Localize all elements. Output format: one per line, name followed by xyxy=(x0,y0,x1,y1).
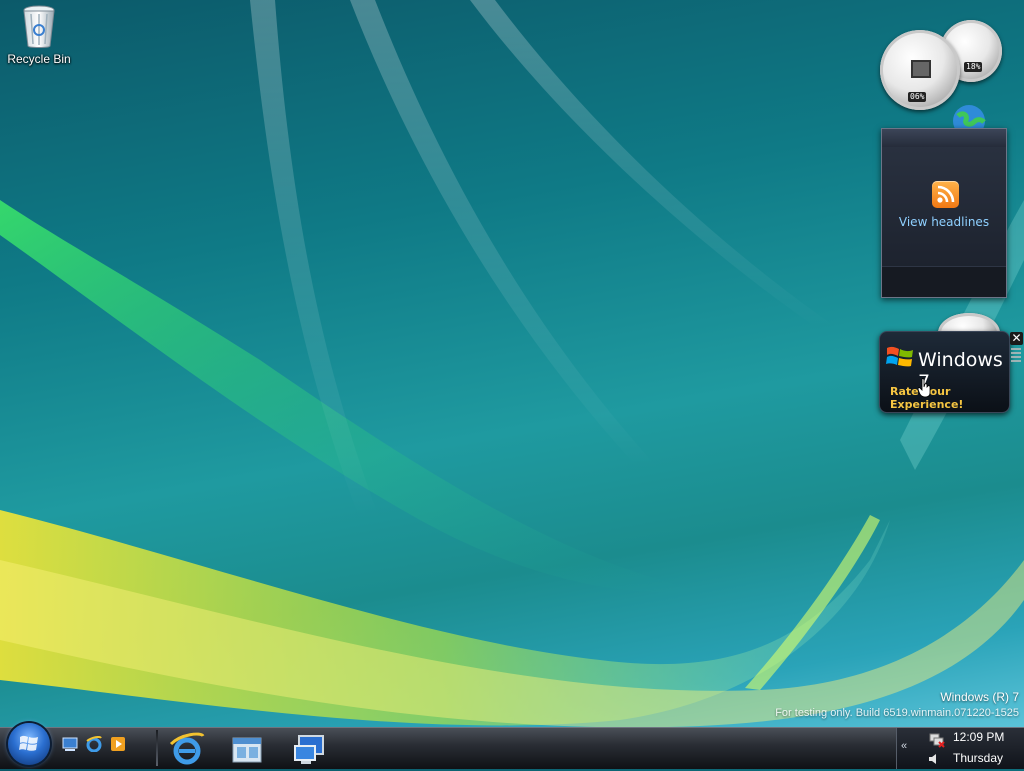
hand-cursor-icon xyxy=(918,378,931,398)
rss-icon xyxy=(932,181,959,208)
show-desktop-icon[interactable] xyxy=(62,736,78,752)
windows-explorer-icon xyxy=(232,737,262,763)
start-button[interactable] xyxy=(8,723,50,765)
remote-desktop-icon xyxy=(294,735,324,764)
watermark-line1: Windows (R) 7 xyxy=(940,690,1019,704)
system-tray: « 12:09 PM Thursday xyxy=(896,728,1024,769)
gadget-close-button[interactable]: ✕ xyxy=(1010,332,1023,345)
taskbar-internet-explorer[interactable] xyxy=(165,732,209,766)
taskbar: « 12:09 PM Thursday xyxy=(0,723,1024,769)
tray-expand-chevron[interactable]: « xyxy=(901,740,907,752)
internet-explorer-icon xyxy=(169,732,205,765)
volume-icon[interactable] xyxy=(927,752,941,766)
internet-explorer-icon[interactable] xyxy=(86,736,102,753)
watermark-line2: For testing only. Build 6519.winmain.071… xyxy=(775,707,1019,719)
build-watermark: Windows (R) 7 For testing only. Build 65… xyxy=(775,690,1019,719)
memory-percent: 18% xyxy=(964,62,983,72)
cpu-gauge: 06% xyxy=(880,30,960,110)
media-player-icon[interactable] xyxy=(110,736,126,752)
feed-footer-bar xyxy=(882,266,1006,297)
windows7-feedback-gadget[interactable]: Windows 7 Rate your Experience! xyxy=(879,331,1010,413)
desktop-wallpaper xyxy=(0,0,1024,728)
recycle-bin-shortcut[interactable]: Recycle Bin xyxy=(6,2,72,66)
network-status-icon[interactable] xyxy=(929,732,945,748)
view-headlines-link[interactable]: View headlines xyxy=(882,215,1006,229)
feed-headlines-gadget[interactable]: View headlines xyxy=(881,128,1007,298)
recycle-bin-icon xyxy=(23,5,55,48)
cpu-chip-icon xyxy=(911,60,931,78)
gadget-drag-handle[interactable] xyxy=(1011,348,1021,362)
cpu-percent: 06% xyxy=(908,92,927,102)
windows-logo-icon xyxy=(886,346,913,367)
windows-flag-icon xyxy=(19,735,38,751)
recycle-bin-label: Recycle Bin xyxy=(7,52,71,66)
clock-day[interactable]: Thursday xyxy=(953,751,1003,765)
rate-experience-link[interactable]: Rate your Experience! xyxy=(890,385,1009,411)
taskbar-windows-explorer[interactable] xyxy=(225,732,269,766)
feed-header-bar xyxy=(882,129,1006,147)
taskbar-remote-desktop[interactable] xyxy=(287,732,331,766)
clock-time[interactable]: 12:09 PM xyxy=(953,730,1004,744)
cpu-meter-gadget[interactable]: 18% 06% xyxy=(880,18,1006,114)
quick-launch-divider xyxy=(156,730,158,766)
